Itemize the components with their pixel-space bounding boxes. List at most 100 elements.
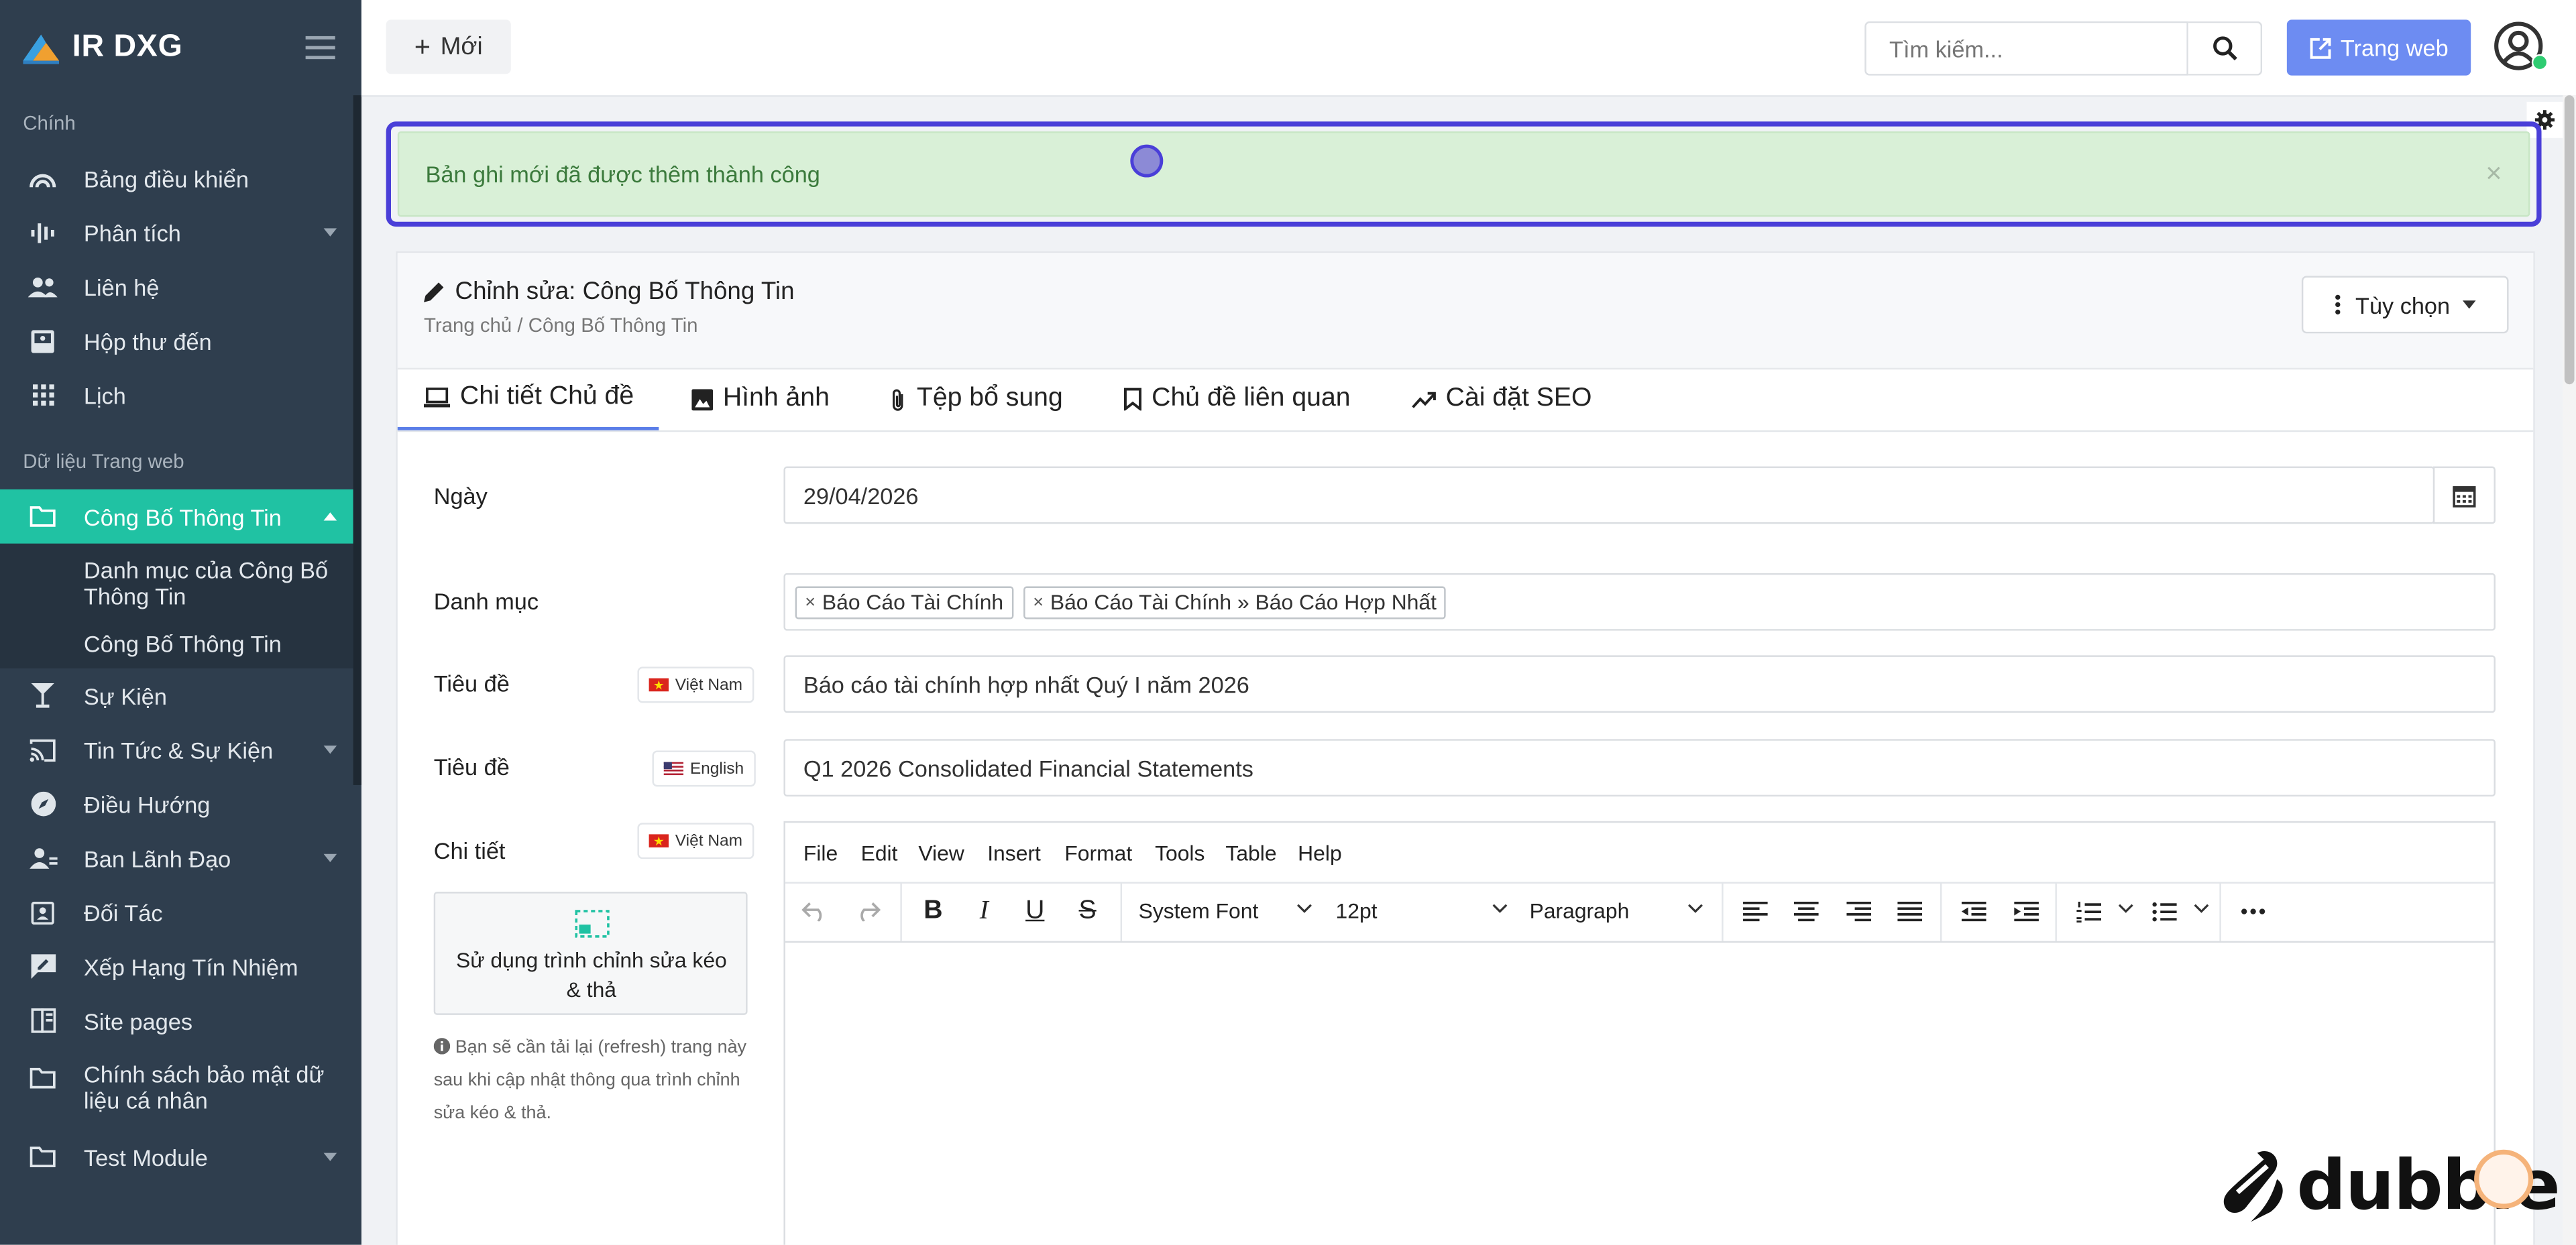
- sidebar-item-test-module[interactable]: Test Module: [0, 1130, 353, 1184]
- tab-label: Chủ đề liên quan: [1152, 384, 1351, 412]
- sidebar-item-contacts[interactable]: Liên hệ: [0, 259, 353, 314]
- title-vi-input[interactable]: Báo cáo tài chính hợp nhất Quý I năm 202…: [783, 655, 2496, 713]
- topbar: + Mới Trang web: [361, 0, 2576, 97]
- help-widget-button[interactable]: [2474, 1149, 2534, 1209]
- sidebar-item-partners[interactable]: Đối Tác: [0, 885, 353, 939]
- font-size-select[interactable]: 12pt: [1336, 898, 1378, 923]
- us-flag-icon: [663, 762, 684, 776]
- tab-label: Chi tiết Chủ đề: [459, 382, 634, 411]
- align-center-icon[interactable]: [1789, 895, 1822, 928]
- sidebar-item-credit-rating[interactable]: Xếp Hạng Tín Nhiệm: [0, 939, 353, 994]
- menu-format[interactable]: Format: [1064, 841, 1132, 866]
- vietnam-flag-icon: [649, 678, 669, 692]
- chevron-down-icon[interactable]: [1492, 903, 1508, 913]
- main-scrollbar[interactable]: [2563, 95, 2576, 1245]
- tab-related-topics[interactable]: Chủ đề liên quan: [1124, 368, 1351, 430]
- menu-insert[interactable]: Insert: [987, 841, 1041, 866]
- logo-icon: [23, 34, 60, 64]
- drag-drop-editor-button[interactable]: Sử dụng trình chỉnh sửa kéo & thả: [433, 892, 748, 1015]
- sidebar-item-events[interactable]: Sự Kiện: [0, 668, 353, 723]
- sidebar-item-disclosure[interactable]: Công Bố Thông Tin: [0, 489, 353, 544]
- outdent-icon[interactable]: [1956, 895, 1989, 928]
- more-options-icon[interactable]: [2236, 895, 2269, 928]
- search-button[interactable]: [2188, 21, 2263, 76]
- sidebar-item-inbox[interactable]: Hộp thư đến: [0, 314, 353, 368]
- remove-tag-icon[interactable]: ×: [1033, 592, 1044, 611]
- tab-label: Hình ảnh: [722, 384, 830, 412]
- options-label: Tùy chọn: [2355, 291, 2451, 318]
- sidebar-subitem-categories[interactable]: Danh mục của Công Bố Thông Tin: [84, 556, 330, 609]
- italic-icon[interactable]: I: [968, 895, 1001, 928]
- tab-attachments[interactable]: Tệp bổ sung: [891, 368, 1063, 430]
- menu-tools[interactable]: Tools: [1155, 841, 1205, 866]
- menu-help[interactable]: Help: [1298, 841, 1342, 866]
- align-left-icon[interactable]: [1738, 895, 1771, 928]
- tab-label: Cài đặt SEO: [1445, 384, 1592, 412]
- sidebar-item-news[interactable]: Tin Tức & Sự Kiện: [0, 723, 353, 777]
- new-button[interactable]: + Mới: [386, 19, 511, 74]
- compass-icon: [28, 789, 58, 819]
- category-select[interactable]: × Báo Cáo Tài Chính × Báo Cáo Tài Chính » …: [783, 573, 2496, 631]
- block-format-select[interactable]: Paragraph: [1530, 898, 1630, 923]
- chevron-down-icon[interactable]: [2118, 903, 2134, 913]
- tab-images[interactable]: Hình ảnh: [691, 368, 830, 430]
- website-button[interactable]: Trang web: [2286, 19, 2471, 76]
- menu-view[interactable]: View: [918, 841, 964, 866]
- sidebar-item-label: Hộp thư đến: [83, 327, 212, 354]
- sidebar-scrollbar[interactable]: [353, 95, 361, 785]
- toolbar-separator: [2055, 882, 2057, 941]
- underline-icon[interactable]: U: [1019, 895, 1052, 928]
- sidebar-item-navigation[interactable]: Điều Hướng: [0, 777, 353, 831]
- chevron-down-icon[interactable]: [1687, 903, 1703, 913]
- date-input[interactable]: 29/04/2026: [783, 466, 2435, 524]
- title-en-input[interactable]: Q1 2026 Consolidated Financial Statement…: [783, 739, 2496, 797]
- category-tag[interactable]: × Báo Cáo Tài Chính: [795, 585, 1013, 619]
- chevron-down-icon[interactable]: [2193, 903, 2209, 913]
- sidebar-submenu: Danh mục của Công Bố Thông Tin Công Bố T…: [0, 543, 353, 668]
- sidebar-item-leadership[interactable]: Ban Lãnh Đạo: [0, 831, 353, 885]
- menu-table[interactable]: Table: [1225, 841, 1276, 866]
- folder-icon: [28, 501, 58, 531]
- category-tag[interactable]: × Báo Cáo Tài Chính » Báo Cáo Hợp Nhất: [1023, 585, 1447, 619]
- bullet-list-icon[interactable]: [2147, 895, 2180, 928]
- title-vi-label: Tiêu đề: [433, 670, 510, 697]
- align-justify-icon[interactable]: [1893, 895, 1925, 928]
- close-icon[interactable]: ×: [2485, 158, 2502, 190]
- language-label: Việt Nam: [675, 676, 743, 694]
- tab-topic-details[interactable]: Chi tiết Chủ đề: [397, 368, 659, 430]
- sidebar-item-calendar[interactable]: Lịch: [0, 368, 353, 422]
- sidebar-item-analytics[interactable]: Phân tích: [0, 205, 353, 259]
- remove-tag-icon[interactable]: ×: [805, 592, 816, 611]
- menu-file[interactable]: File: [803, 841, 838, 866]
- hamburger-menu-icon[interactable]: [305, 36, 335, 60]
- tab-bar: Chi tiết Chủ đề Hình ảnh Tệp bổ sung Chủ…: [397, 368, 2534, 432]
- options-button[interactable]: Tùy chọn: [2301, 276, 2509, 334]
- search-input[interactable]: [1864, 21, 2188, 76]
- menu-edit[interactable]: Edit: [861, 841, 898, 866]
- folder-icon: [28, 1142, 58, 1172]
- indent-icon[interactable]: [2009, 895, 2042, 928]
- calendar-button[interactable]: [2432, 466, 2496, 524]
- align-right-icon[interactable]: [1842, 895, 1874, 928]
- dubble-logo-icon: [2223, 1150, 2283, 1222]
- sidebar-item-dashboard[interactable]: Bảng điều khiển: [0, 151, 353, 205]
- bold-icon[interactable]: B: [917, 895, 950, 928]
- sidebar-item-label: Chính sách bảo mật dữ liệu cá nhân: [83, 1061, 325, 1114]
- chevron-down-icon[interactable]: [1296, 903, 1312, 913]
- sidebar-item-site-pages[interactable]: Site pages: [0, 994, 353, 1048]
- drag-drop-note: Bạn sẽ cần tải lại (refresh) trang này s…: [433, 1031, 754, 1130]
- redo-icon[interactable]: [851, 895, 884, 928]
- numbered-list-icon[interactable]: [2072, 895, 2105, 928]
- tab-seo-settings[interactable]: Cài đặt SEO: [1411, 368, 1592, 430]
- tab-label: Tệp bổ sung: [916, 384, 1063, 412]
- external-link-icon: [2309, 37, 2331, 58]
- sidebar-item-privacy-policy[interactable]: Chính sách bảo mật dữ liệu cá nhân: [0, 1048, 353, 1130]
- sidebar-item-label: Công Bố Thông Tin: [83, 503, 282, 530]
- title-vi-value: Báo cáo tài chính hợp nhất Quý I năm 202…: [803, 670, 1249, 697]
- font-family-select[interactable]: System Font: [1139, 898, 1259, 923]
- sidebar-subitem-disclosure[interactable]: Công Bố Thông Tin: [84, 631, 330, 657]
- strikethrough-icon[interactable]: S: [1071, 895, 1104, 928]
- sidebar-section-main: Chính: [23, 111, 76, 135]
- undo-icon[interactable]: [799, 895, 832, 928]
- brand[interactable]: IR DXG: [0, 0, 361, 95]
